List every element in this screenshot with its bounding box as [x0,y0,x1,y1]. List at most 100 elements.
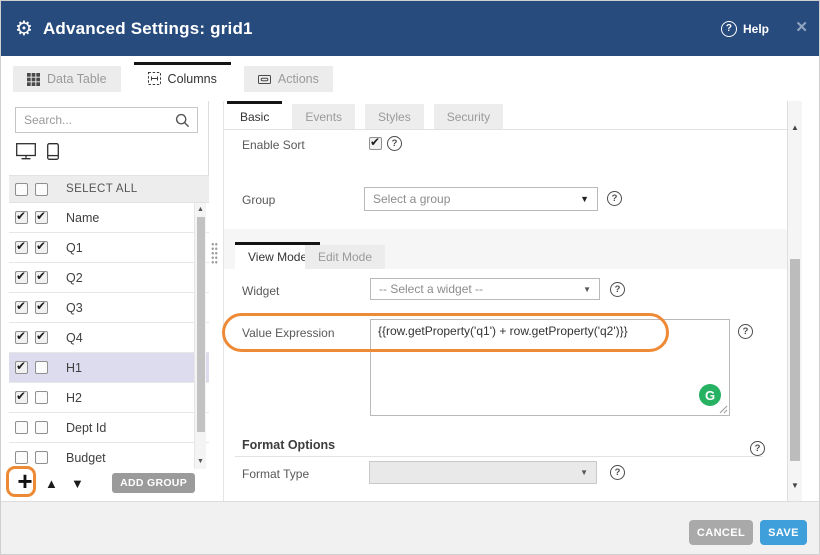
column-row-q3[interactable]: Q3 [9,293,209,323]
panel-scroll-thumb[interactable] [790,259,800,461]
tab-basic[interactable]: Basic [227,101,282,129]
web-checkbox[interactable] [15,421,28,434]
tab-security[interactable]: Security [434,104,503,129]
save-button[interactable]: SAVE [760,520,807,545]
tab-label: Actions [278,72,319,86]
group-select[interactable]: Select a group [364,187,598,211]
table-grid-icon [27,73,40,86]
close-icon[interactable] [795,18,808,36]
format-type-select[interactable] [369,461,597,484]
search-box [15,107,198,133]
web-checkbox[interactable] [15,361,28,374]
sidebar-scrollbar[interactable] [194,203,206,469]
select-all-web-checkbox[interactable] [15,183,28,196]
tab-columns[interactable]: Columns [134,62,231,92]
mobile-checkbox[interactable] [35,361,48,374]
value-expression-help-icon[interactable] [738,324,753,339]
tab-label: View Mode [248,250,307,264]
tab-edit-mode[interactable]: Edit Mode [305,245,385,269]
search-icon[interactable] [175,113,190,128]
tab-label: Basic [240,110,269,124]
column-row-q1[interactable]: Q1 [9,233,209,263]
column-label: H2 [66,391,82,405]
main-tabbar: Data Table Columns Actions [13,62,333,92]
widget-select[interactable]: -- Select a widget -- [370,278,600,300]
web-checkbox[interactable] [15,391,28,404]
column-row-h1[interactable]: H1 [9,353,209,383]
mobile-checkbox[interactable] [35,211,48,224]
format-type-label: Format Type [242,467,309,481]
search-input[interactable] [16,113,175,127]
dialog-header: Advanced Settings: grid1 Help [1,1,820,56]
group-select-value: Select a group [365,192,580,206]
column-settings-panel: Basic Events Styles Security Enable Sort… [223,101,787,501]
mobile-checkbox[interactable] [35,271,48,284]
column-row-q4[interactable]: Q4 [9,323,209,353]
column-label: Q1 [66,241,83,255]
select-all-mobile-checkbox[interactable] [35,183,48,196]
move-up-icon[interactable] [45,476,58,491]
add-column-button[interactable] [12,469,38,495]
tab-data-table[interactable]: Data Table [13,66,121,92]
column-label: Q4 [66,331,83,345]
sidebar-scroll-thumb[interactable] [197,217,205,432]
move-down-icon[interactable] [71,476,84,491]
column-row-q2[interactable]: Q2 [9,263,209,293]
panel-scrollbar[interactable] [787,101,802,501]
scroll-up-icon[interactable] [195,205,206,215]
column-label: Dept Id [66,421,106,435]
add-group-button[interactable]: ADD GROUP [112,473,195,493]
mobile-icon[interactable] [47,143,59,160]
tab-events[interactable]: Events [292,104,355,129]
web-checkbox[interactable] [15,331,28,344]
resize-handle-icon[interactable] [719,405,728,414]
grammarly-icon[interactable] [699,384,721,406]
tab-label: Security [447,110,490,124]
column-row-h2[interactable]: H2 [9,383,209,413]
select-all-label: SELECT ALL [66,183,138,195]
scroll-down-icon[interactable] [788,481,802,491]
tab-actions[interactable]: Actions [244,66,333,92]
mobile-checkbox[interactable] [35,301,48,314]
select-all-row[interactable]: SELECT ALL [9,175,209,203]
column-row-name[interactable]: Name [9,203,209,233]
mobile-checkbox[interactable] [35,421,48,434]
sidebar-toolbar: ADD GROUP [9,469,209,498]
format-options-help-icon[interactable] [750,441,765,456]
enable-sort-help-icon[interactable] [387,136,402,151]
settings-tabbar: Basic Events Styles Security [227,101,503,129]
mode-tab-strip: View Mode Edit Mode [224,229,788,269]
column-row-budget[interactable]: Budget [9,443,209,469]
column-row-dept-id[interactable]: Dept Id [9,413,209,443]
widget-help-icon[interactable] [610,282,625,297]
section-divider [235,456,763,457]
value-expression-input[interactable]: {{row.getProperty('q1') + row.getPropert… [371,320,729,415]
web-checkbox[interactable] [15,271,28,284]
pane-resize-handle[interactable] [211,242,218,264]
format-type-help-icon[interactable] [610,465,625,480]
web-checkbox[interactable] [15,211,28,224]
web-checkbox[interactable] [15,241,28,254]
mobile-checkbox[interactable] [35,391,48,404]
mobile-checkbox[interactable] [35,331,48,344]
column-label: Q3 [66,301,83,315]
tab-label: Styles [378,110,411,124]
group-help-icon[interactable] [607,191,622,206]
mobile-checkbox[interactable] [35,241,48,254]
web-checkbox[interactable] [15,451,28,464]
help-button[interactable]: Help [721,1,769,56]
gear-icon [15,19,33,39]
mobile-checkbox[interactable] [35,451,48,464]
advanced-settings-dialog: Advanced Settings: grid1 Help Data Table… [0,0,820,555]
scroll-down-icon[interactable] [195,457,206,467]
tab-styles[interactable]: Styles [365,104,424,129]
cancel-button[interactable]: CANCEL [689,520,753,545]
widget-select-value: -- Select a widget -- [371,282,583,296]
column-list: Name Q1 Q2 Q3 Q4 H1 H2 Dept Id Budget [9,203,209,469]
scroll-up-icon[interactable] [788,123,802,133]
help-question-icon [721,21,737,37]
web-checkbox[interactable] [15,301,28,314]
column-label: Budget [66,451,106,465]
desktop-icon[interactable] [16,143,36,160]
enable-sort-checkbox[interactable] [369,137,382,150]
